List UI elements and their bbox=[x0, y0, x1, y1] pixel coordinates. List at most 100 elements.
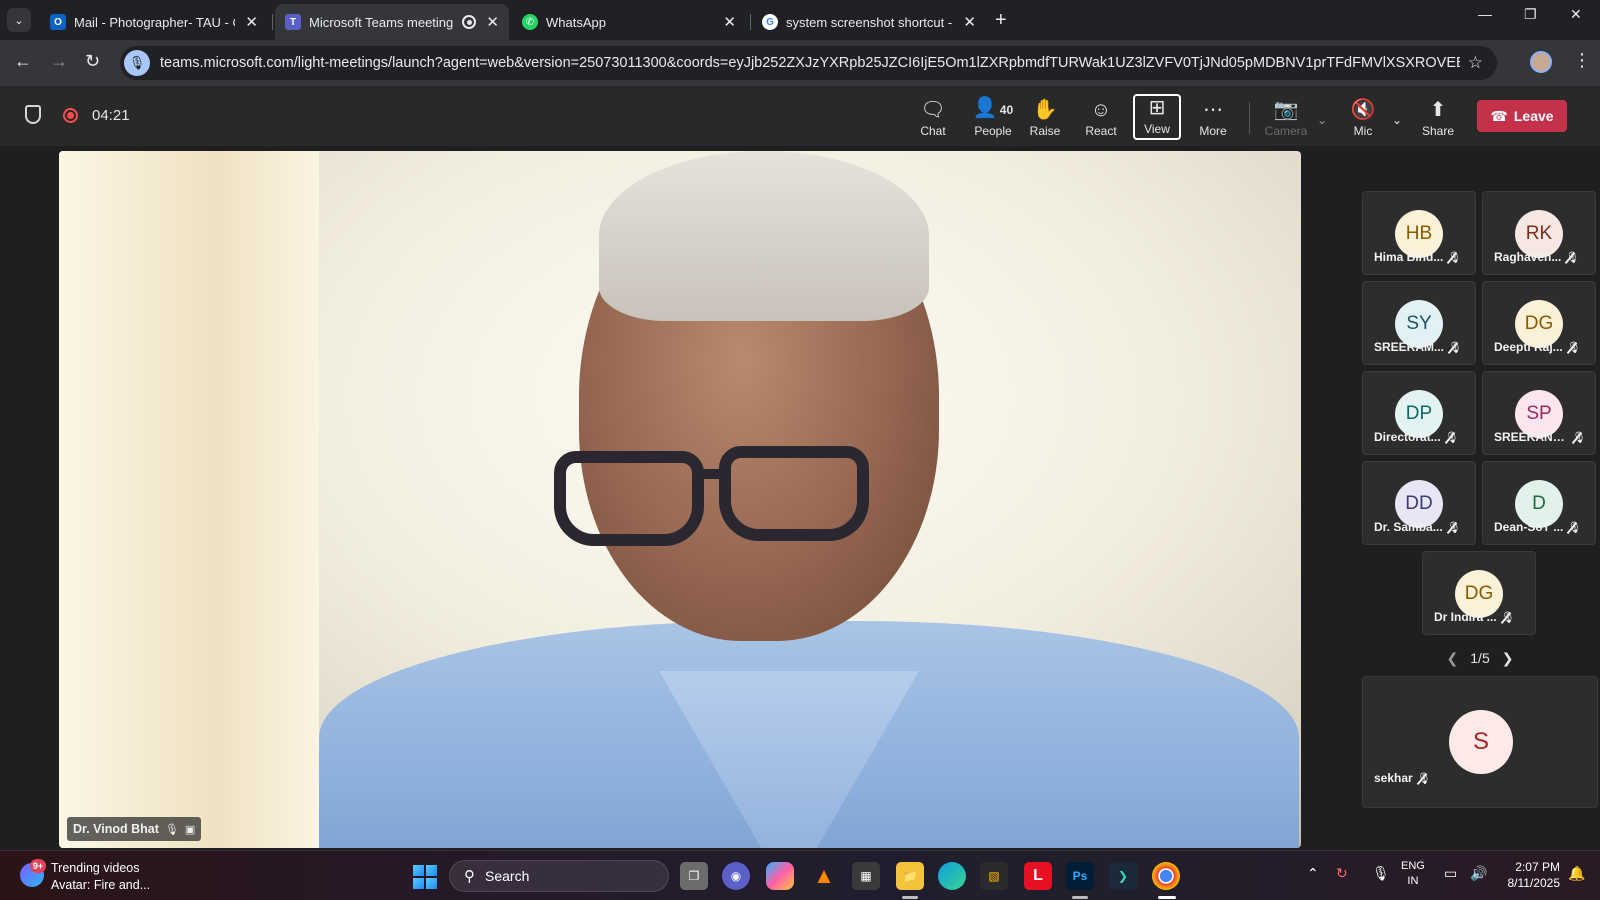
share-screen-icon: ⬆ bbox=[1429, 99, 1447, 121]
people-count: 40 bbox=[999, 103, 1014, 117]
language-indicator[interactable]: ENG IN bbox=[1401, 859, 1425, 889]
l-app-icon[interactable]: L bbox=[1024, 862, 1052, 890]
windows-start-icon[interactable] bbox=[413, 865, 437, 889]
task-view-icon[interactable]: ❐ bbox=[680, 862, 708, 890]
minimize-icon[interactable]: — bbox=[1478, 6, 1492, 22]
participant-tile[interactable]: DG Dr Indira ... 🎙 bbox=[1422, 551, 1536, 635]
page-indicator: 1/5 bbox=[1470, 650, 1490, 666]
taskbar-search[interactable]: ⚲ Search bbox=[449, 860, 669, 892]
photoshop-icon[interactable]: Ps bbox=[1066, 862, 1094, 890]
camera-options-chevron-icon[interactable]: ⌄ bbox=[1317, 113, 1327, 127]
shield-icon[interactable] bbox=[25, 105, 41, 124]
mic-muted-icon: 🎙 bbox=[1448, 341, 1462, 354]
terminal-icon[interactable]: ❯ bbox=[1109, 862, 1137, 890]
participant-tile[interactable]: DG Deepti Raj... 🎙 bbox=[1482, 281, 1596, 365]
url-text[interactable]: teams.microsoft.com/light-meetings/launc… bbox=[160, 55, 1460, 71]
volume-icon[interactable]: 🔊 bbox=[1470, 865, 1487, 882]
share-button[interactable]: ⬆ Share bbox=[1411, 94, 1465, 140]
participant-tile[interactable]: SY SREERAM... 🎙 bbox=[1362, 281, 1476, 365]
close-tab-icon[interactable]: ✕ bbox=[963, 13, 976, 31]
google-icon: G bbox=[762, 14, 778, 30]
tab-google-search[interactable]: G system screenshot shortcut - Go ✕ bbox=[752, 4, 986, 40]
chevron-right-icon[interactable]: ❯ bbox=[1502, 650, 1514, 667]
chrome-icon[interactable] bbox=[1152, 862, 1180, 890]
main-video-feed[interactable] bbox=[59, 151, 1301, 848]
active-app-indicator bbox=[1158, 896, 1176, 899]
participant-tile[interactable]: HB Hima Bind... 🎙 bbox=[1362, 191, 1476, 275]
mic-options-chevron-icon[interactable]: ⌄ bbox=[1392, 113, 1402, 127]
close-tab-icon[interactable]: ✕ bbox=[723, 13, 736, 31]
reload-icon[interactable]: ↻ bbox=[85, 51, 100, 72]
mic-muted-icon: 🎙 bbox=[1500, 611, 1515, 624]
react-button[interactable]: ☺ React bbox=[1074, 94, 1128, 140]
chevron-left-icon[interactable]: ❮ bbox=[1447, 650, 1459, 667]
camera-off-icon: 📷 bbox=[1273, 99, 1299, 121]
meet-chat-icon[interactable]: ◉ bbox=[722, 862, 750, 890]
network-icon[interactable]: ▭ bbox=[1444, 865, 1457, 882]
tab-teams-meeting[interactable]: T Microsoft Teams meeting | M ✕ bbox=[275, 4, 509, 40]
more-button[interactable]: ⋯ More bbox=[1186, 94, 1240, 140]
profile-avatar[interactable] bbox=[1530, 51, 1552, 73]
raise-hand-button[interactable]: ✋ Raise bbox=[1018, 94, 1072, 140]
close-window-icon[interactable]: ✕ bbox=[1570, 6, 1582, 23]
tab-whatsapp[interactable]: ✆ WhatsApp ✕ bbox=[512, 4, 746, 40]
browser-menu-icon[interactable]: ⋮ bbox=[1573, 50, 1591, 71]
microphone-tray-icon[interactable]: 🎙 bbox=[1372, 865, 1390, 882]
participant-tile[interactable]: SP SREEKANT... 🎙 bbox=[1482, 371, 1596, 455]
close-tab-icon[interactable]: ✕ bbox=[245, 13, 258, 31]
edge-icon[interactable] bbox=[938, 862, 966, 890]
news-headline[interactable]: Trending videos bbox=[51, 861, 139, 875]
sync-icon[interactable]: ↻ bbox=[1336, 865, 1348, 882]
back-icon[interactable]: ← bbox=[14, 51, 32, 72]
view-button[interactable]: ⊞ View bbox=[1133, 94, 1181, 140]
mic-button[interactable]: 🔇 Mic bbox=[1336, 94, 1390, 140]
notification-bell-icon[interactable]: 🔔 bbox=[1568, 865, 1585, 882]
self-tile[interactable]: S sekhar 🎙 bbox=[1362, 676, 1598, 808]
system-clock[interactable]: 2:07 PM 8/11/2025 bbox=[1495, 859, 1561, 891]
presenter-name-label: Dr. Vinod Bhat 🎙 ▣ bbox=[67, 817, 202, 841]
avatar: S bbox=[1449, 710, 1513, 774]
address-bar[interactable]: 🎙 teams.microsoft.com/light-meetings/lau… bbox=[120, 46, 1497, 80]
whatsapp-icon: ✆ bbox=[522, 14, 538, 30]
bookmark-star-icon[interactable]: ☆ bbox=[1468, 53, 1483, 73]
news-badge: 9+ bbox=[30, 859, 46, 873]
camera-button[interactable]: 📷 Camera bbox=[1259, 94, 1313, 140]
mic-muted-icon: 🎙 bbox=[1446, 521, 1461, 534]
restore-icon[interactable]: ❐ bbox=[1524, 6, 1537, 23]
participant-tile[interactable]: RK Raghaven... 🎙 bbox=[1482, 191, 1596, 275]
mic-muted-icon: 🎙 bbox=[1572, 431, 1586, 444]
windows-taskbar: 9+ Trending videos Avatar: Fire and... ⚲… bbox=[0, 850, 1600, 900]
tab-strip: ⌄ O Mail - Photographer- TAU - Out ✕ T M… bbox=[0, 0, 1600, 40]
file-explorer-icon[interactable]: 📁 bbox=[896, 862, 924, 890]
chat-button[interactable]: 🗨 Chat bbox=[906, 94, 960, 140]
participant-tile[interactable]: DD Dr. Samba... 🎙 bbox=[1362, 461, 1476, 545]
news-subtitle[interactable]: Avatar: Fire and... bbox=[51, 878, 150, 892]
microphone-in-use-icon[interactable]: 🎙 bbox=[124, 50, 150, 76]
leave-button[interactable]: ☎ Leave bbox=[1477, 100, 1567, 132]
calculator-icon[interactable]: ▦ bbox=[852, 862, 880, 890]
chat-icon: 🗨 bbox=[920, 99, 946, 121]
mic-muted-icon: 🎙 bbox=[1447, 251, 1462, 264]
tab-outlook-mail[interactable]: O Mail - Photographer- TAU - Out ✕ bbox=[40, 4, 268, 40]
teams-icon: T bbox=[285, 14, 301, 30]
search-icon: ⚲ bbox=[464, 868, 475, 885]
new-tab-plus-icon[interactable]: + bbox=[995, 9, 1007, 32]
outlook-icon: O bbox=[50, 14, 66, 30]
tab-divider bbox=[750, 14, 751, 30]
copilot-icon[interactable] bbox=[766, 862, 794, 890]
running-indicator bbox=[1072, 896, 1088, 899]
close-tab-icon[interactable]: ✕ bbox=[486, 13, 499, 31]
hand-icon: ✋ bbox=[1032, 99, 1058, 121]
people-button[interactable]: 👤 40 People bbox=[962, 94, 1024, 140]
toolbar-divider bbox=[1249, 102, 1250, 134]
mic-muted-icon: 🎙 bbox=[1444, 431, 1459, 444]
tray-overflow-chevron-icon[interactable]: ⌃ bbox=[1307, 865, 1319, 882]
vlc-icon[interactable]: ▲ bbox=[810, 862, 838, 890]
participant-tile[interactable]: D Dean-SoT ... 🎙 bbox=[1482, 461, 1596, 545]
forward-icon[interactable]: → bbox=[50, 51, 68, 72]
grid-view-icon: ⊞ bbox=[1148, 97, 1166, 119]
tab-search-chevron-icon[interactable]: ⌄ bbox=[7, 8, 31, 32]
participant-pager: ❮ 1/5 ❯ bbox=[1360, 646, 1600, 670]
store-icon[interactable]: ▧ bbox=[980, 862, 1008, 890]
participant-tile[interactable]: DP Directorat... 🎙 bbox=[1362, 371, 1476, 455]
